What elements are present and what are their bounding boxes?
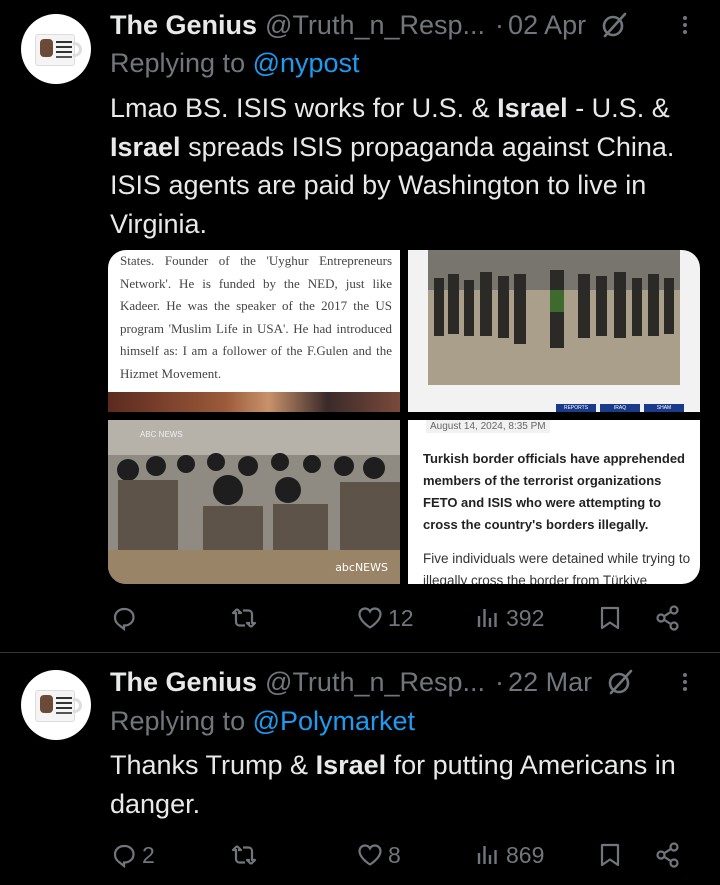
media-image-classroom[interactable]: ABC NEWS abcNEWS [108, 420, 400, 584]
repost-button[interactable] [230, 598, 262, 638]
views-icon [477, 846, 497, 864]
bookmark-button[interactable] [596, 835, 624, 875]
tweet[interactable]: The Genius @Truth_n_Resp... · 22 Mar Rep… [0, 653, 720, 885]
display-name[interactable]: The Genius [110, 667, 257, 698]
reply-icon [113, 844, 135, 869]
reply-count: 2 [142, 841, 155, 868]
replying-to-label: Replying to [110, 706, 253, 736]
reply-icon [113, 607, 135, 632]
repost-button[interactable] [230, 835, 262, 875]
news-timestamp: August 14, 2024, 8:35 PM [426, 420, 550, 433]
display-name[interactable]: The Genius [110, 10, 257, 41]
more-icon[interactable] [670, 10, 700, 40]
tweet-header: The Genius @Truth_n_Resp... · 22 Mar [110, 665, 700, 699]
action-bar: 2 8 869 [110, 835, 700, 875]
tweet-text-part: - U.S. & [567, 93, 670, 123]
bookmark-icon [600, 606, 620, 630]
username-handle[interactable]: @Truth_n_Resp... [265, 10, 485, 41]
tweet-header: The Genius @Truth_n_Resp... · 02 Apr [110, 8, 700, 42]
like-button[interactable]: 8 [356, 835, 401, 875]
news-headline: Turkish border officials have apprehende… [423, 451, 685, 532]
article-text: States. Founder of the 'Uyghur Entrepren… [120, 253, 392, 381]
share-icon [656, 605, 679, 631]
news-logo: abcNEWS [335, 561, 388, 574]
replying-to: Replying to @Polymarket [110, 706, 415, 737]
like-icon [358, 607, 382, 629]
media-grid: States. Founder of the 'Uyghur Entrepren… [108, 250, 700, 584]
share-icon [656, 842, 679, 868]
separator-dot: · [495, 9, 505, 40]
reply-button[interactable] [110, 598, 142, 638]
views-button[interactable]: 869 [474, 835, 544, 875]
avatar-mug-image [35, 34, 82, 66]
repost-icon [231, 608, 257, 628]
action-bar: 12 392 [110, 598, 700, 638]
media-image-article[interactable]: States. Founder of the 'Uyghur Entrepren… [108, 250, 400, 412]
more-icon[interactable] [670, 667, 700, 697]
classroom-photo [108, 420, 400, 584]
militants-photo-tags: REPORTS IRAQ SHAM [556, 404, 684, 412]
username-handle[interactable]: @Truth_n_Resp... [265, 667, 485, 698]
grok-icon[interactable] [600, 11, 628, 39]
views-icon [477, 609, 497, 627]
reply-button[interactable]: 2 [110, 835, 155, 875]
tweet-text-part: Thanks Trump & [110, 750, 316, 780]
tweet-text: Thanks Trump & Israel for putting Americ… [110, 746, 710, 823]
tweet-text-bold: Israel [315, 750, 387, 780]
avatar[interactable] [21, 670, 91, 740]
repost-icon [231, 845, 257, 865]
media-image-militants[interactable]: REPORTS IRAQ SHAM [408, 250, 700, 412]
photo-tag: REPORTS [556, 404, 596, 412]
views-button[interactable]: 392 [474, 598, 544, 638]
photo-tag: SHAM [644, 404, 684, 412]
views-count: 869 [506, 841, 545, 868]
like-button[interactable]: 12 [356, 598, 414, 638]
like-count: 12 [388, 604, 414, 631]
timestamp[interactable]: 22 Mar [508, 667, 592, 698]
like-count: 8 [388, 841, 401, 868]
replying-to-label: Replying to [110, 48, 253, 78]
reply-mention-link[interactable]: @Polymarket [253, 706, 415, 736]
tweet-text: Lmao BS. ISIS works for U.S. & Israel - … [110, 89, 710, 243]
timestamp[interactable]: 02 Apr [508, 10, 586, 41]
media-image-news[interactable]: August 14, 2024, 8:35 PM Turkish border … [408, 420, 700, 584]
bookmark-button[interactable] [596, 598, 624, 638]
share-button[interactable] [654, 835, 682, 875]
avatar-mug-image [35, 690, 82, 722]
tweet[interactable]: The Genius @Truth_n_Resp... · 02 Apr Rep… [0, 0, 720, 652]
tweet-text-bold: Israel [110, 131, 181, 162]
avatar[interactable] [21, 14, 91, 84]
separator-dot: · [495, 666, 505, 697]
militants-photo [428, 250, 680, 385]
replying-to: Replying to @nypost [110, 48, 360, 79]
views-count: 392 [506, 604, 545, 631]
tweet-text-part: spreads ISIS propaganda against China. I… [110, 131, 675, 239]
tweet-text-bold: Israel [497, 93, 568, 123]
like-icon [358, 844, 382, 866]
share-button[interactable] [654, 598, 682, 638]
news-subtext: Five individuals were detained while try… [423, 551, 691, 584]
grok-icon[interactable] [606, 668, 634, 696]
bookmark-icon [600, 843, 620, 867]
tweet-text-part: Lmao BS. ISIS works for U.S. & [110, 93, 498, 123]
article-photo-strip [108, 392, 400, 412]
classroom-photo-tag: ABC NEWS [140, 430, 183, 439]
photo-tag: IRAQ [600, 404, 640, 412]
reply-mention-link[interactable]: @nypost [253, 48, 360, 78]
